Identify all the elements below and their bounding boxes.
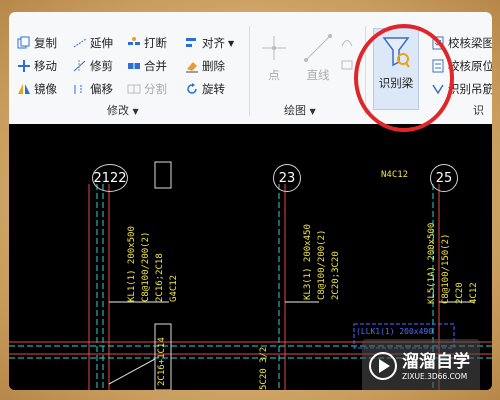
line-icon	[304, 34, 332, 62]
copy-button[interactable]: 复制	[17, 34, 57, 52]
beam-text-left-1: KL1(1) 200x500	[127, 226, 137, 302]
rotate-button[interactable]: 旋转	[185, 80, 225, 98]
check-origin-label: 校核原位	[448, 59, 492, 73]
offset-button[interactable]: 偏移	[73, 80, 113, 98]
trim-label: 修剪	[90, 59, 113, 73]
axis-label-2122: 2122	[92, 164, 128, 192]
draw-group: 点 直线 绘图 ▼	[250, 12, 353, 124]
align-dropdown-icon[interactable]: ▼	[228, 39, 234, 48]
beam-text-mid-2: C8@100/200(2)	[317, 229, 327, 300]
beam-text-right-1: KL5(1A) 200x500	[427, 222, 437, 304]
split-label: 分割	[144, 82, 167, 96]
align-icon	[185, 36, 199, 50]
beam-text-mid-1: KL3(1) 200x450	[303, 224, 313, 300]
line-label: 直线	[306, 68, 330, 82]
arc-icon	[340, 34, 354, 48]
split-button[interactable]: 分割	[127, 80, 167, 98]
check-beam-drawing-label: 校核梁图	[448, 36, 492, 50]
break-icon	[127, 36, 141, 50]
bottom-rebar-text: 5C20 3/2	[259, 346, 269, 390]
point-icon	[262, 36, 286, 60]
arc-button[interactable]	[340, 32, 357, 50]
modify-group: 复制 延伸 打断 对齐 ▼ 移动 修剪 合并 删除 镜像 偏移 分割 旋转 修改…	[9, 12, 249, 124]
beam-text-right-2: C8@100/150(2)	[441, 233, 451, 304]
extend-button[interactable]: 延伸	[73, 34, 113, 52]
rotate-label: 旋转	[202, 82, 225, 96]
move-button[interactable]: 移动	[17, 57, 57, 75]
eraser-icon	[185, 59, 199, 73]
copy-label: 复制	[34, 36, 57, 50]
blue-beam-annotation: (LLK1(1) 200x490	[356, 327, 434, 336]
app-window: 复制 延伸 打断 对齐 ▼ 移动 修剪 合并 删除 镜像 偏移 分割 旋转 修改…	[9, 12, 492, 390]
extend-icon	[73, 36, 87, 50]
beam-text-left-2: C8@100/200(2)	[141, 231, 151, 302]
delete-button[interactable]: 删除	[185, 57, 225, 75]
trim-icon	[73, 59, 87, 73]
point-button[interactable]: 点	[256, 32, 292, 83]
play-logo-icon	[369, 352, 397, 380]
watermark-url: ZIXUE.3D66.COM	[402, 372, 468, 381]
highlight-circle	[354, 24, 454, 132]
line-button[interactable]: 直线	[298, 32, 338, 83]
align-label: 对齐	[202, 36, 225, 50]
split-icon	[127, 82, 141, 96]
recognize-group-label: 识	[473, 104, 484, 117]
watermark-brand: 溜溜自学	[402, 352, 470, 372]
merge-button[interactable]: 合并	[127, 57, 167, 75]
beam-text-left-4: G4C12	[169, 274, 179, 302]
break-button[interactable]: 打断	[127, 34, 167, 52]
copy-icon	[17, 36, 31, 50]
break-label: 打断	[144, 36, 167, 50]
axis-label-25: 25	[430, 164, 458, 192]
mirror-button[interactable]: 镜像	[17, 80, 57, 98]
delete-label: 删除	[202, 59, 225, 73]
mirror-label: 镜像	[34, 82, 57, 96]
trim-button[interactable]: 修剪	[73, 57, 113, 75]
beam-text-right-4: 4C12	[469, 282, 479, 304]
merge-icon	[127, 59, 141, 73]
move-icon	[17, 59, 31, 73]
extend-label: 延伸	[90, 36, 113, 50]
beam-text-right-3: 2C20	[455, 282, 465, 304]
align-button[interactable]: 对齐 ▼	[185, 34, 234, 52]
move-label: 移动	[34, 59, 57, 73]
point-label: 点	[268, 68, 280, 82]
offset-label: 偏移	[90, 82, 113, 96]
bottom-left-rebar-text: 2C16+1C14	[157, 337, 167, 386]
merge-label: 合并	[144, 59, 167, 73]
beam-text-left-3: 2C16;2C18	[155, 253, 165, 302]
modify-group-label: 修改 ▼	[107, 104, 139, 117]
offset-icon	[73, 82, 87, 96]
identify-hanger-label: 识别吊筋	[448, 82, 492, 96]
beam-text-mid-3: 2C20;3C20	[331, 251, 341, 300]
watermark: 溜溜自学 ZIXUE.3D66.COM	[362, 339, 480, 390]
rectangle-icon	[340, 58, 354, 72]
rebar-top-text: N4C12	[381, 170, 409, 180]
axis-label-23: 23	[273, 164, 301, 192]
draw-group-label: 绘图 ▼	[284, 104, 316, 117]
mirror-icon	[17, 82, 31, 96]
rotate-icon	[185, 82, 199, 96]
